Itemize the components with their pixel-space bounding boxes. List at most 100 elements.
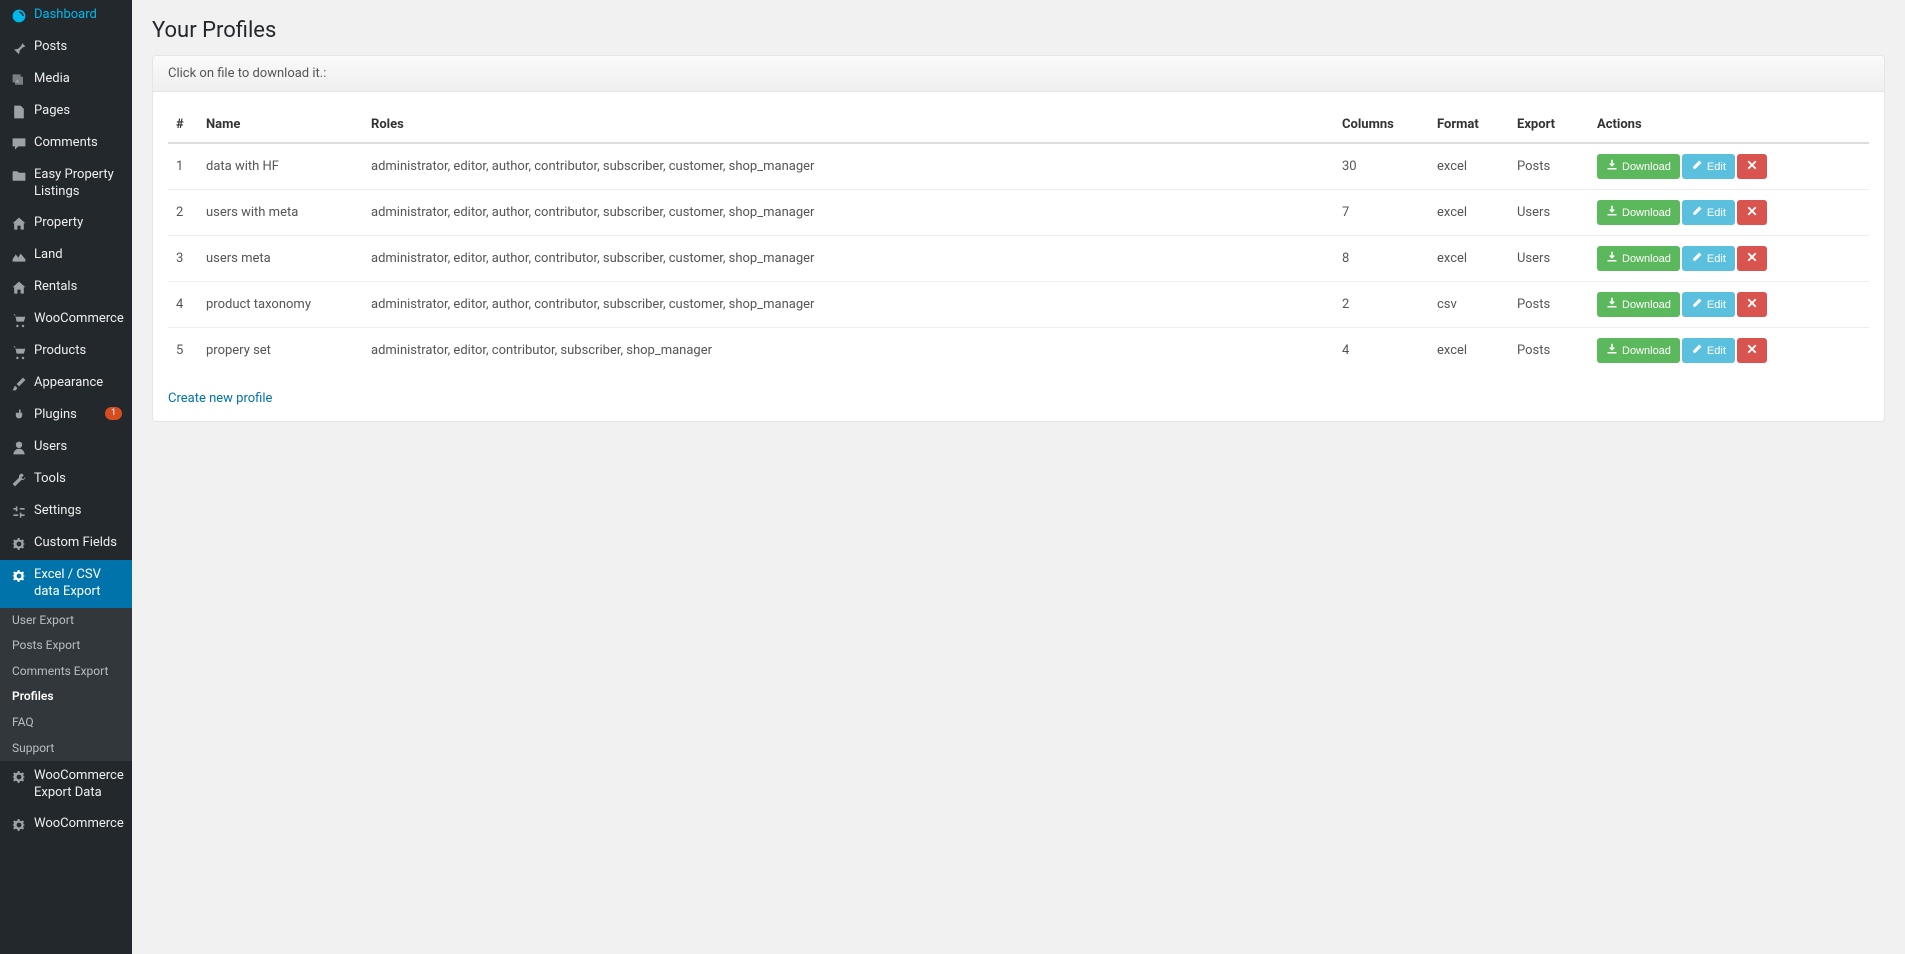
sidebar-item-media[interactable]: Media [0,64,132,96]
gear-icon [10,816,28,834]
download-label: Download [1622,161,1671,173]
edit-icon [1691,251,1707,266]
cell-format: excel [1429,236,1509,282]
download-label: Download [1622,253,1671,265]
sidebar-item-label: Dashboard [34,7,122,24]
edit-button[interactable]: Edit [1682,292,1735,317]
download-button[interactable]: Download [1597,292,1680,317]
edit-button[interactable]: Edit [1682,246,1735,271]
sliders-icon [10,503,28,521]
cell-actions: Download Edit [1589,282,1869,328]
sidebar-item-comments[interactable]: Comments [0,128,132,160]
cell-export: Posts [1509,328,1589,374]
edit-icon [1691,159,1707,174]
sidebar-item-plugins[interactable]: Plugins 1 [0,400,132,432]
cell-actions: Download Edit [1589,236,1869,282]
th-format: Format [1429,107,1509,143]
sidebar-item-pages[interactable]: Pages [0,96,132,128]
update-badge: 1 [105,407,122,421]
edit-button[interactable]: Edit [1682,154,1735,179]
cell-columns: 4 [1334,328,1429,374]
delete-button[interactable] [1737,200,1767,225]
table-row: 3users metaadministrator, editor, author… [168,236,1869,282]
cart-icon [10,343,28,361]
cell-roles: administrator, editor, author, contribut… [363,190,1334,236]
sidebar-item-label: Users [34,439,122,456]
admin-sidebar: Dashboard PostsMediaPagesCommentsEasy Pro… [0,0,132,954]
cell-export: Users [1509,236,1589,282]
sidebar-item-label: Tools [34,471,122,488]
edit-button[interactable]: Edit [1682,200,1735,225]
cell-format: excel [1429,328,1509,374]
sidebar-item-woocommerce[interactable]: WooCommerce [0,809,132,841]
cell-actions: DownloadEdit [1589,328,1869,374]
sidebar-item-label: WooCommerce [34,311,124,328]
cell-name: users meta [198,236,363,282]
sidebar-item-users[interactable]: Users [0,432,132,464]
submenu-item-support[interactable]: Support [0,736,132,762]
cell-name: propery set [198,328,363,374]
sidebar-item-excel-csv-data-export[interactable]: Excel / CSV data Export [0,560,132,608]
cell-roles: administrator, editor, author, contribut… [363,143,1334,190]
cell-columns: 30 [1334,143,1429,190]
cell-format: excel [1429,143,1509,190]
submenu: User ExportPosts ExportComments ExportPr… [0,608,132,762]
edit-label: Edit [1707,161,1726,173]
sidebar-item-custom-fields[interactable]: Custom Fields [0,528,132,560]
sidebar-item-posts[interactable]: Posts [0,32,132,64]
download-button[interactable]: Download [1597,200,1680,225]
sidebar-item-woocommerce-export-data[interactable]: WooCommerce Export Data [0,761,132,809]
submenu-item-comments-export[interactable]: Comments Export [0,659,132,685]
sidebar-item-settings[interactable]: Settings [0,496,132,528]
edit-button[interactable]: Edit [1682,338,1735,363]
comment-icon [10,135,28,153]
gear-icon [10,768,28,786]
edit-icon [1691,297,1707,312]
sidebar-item-rentals[interactable]: Rentals [0,272,132,304]
sidebar-item-label: Land [34,247,122,264]
create-profile-link[interactable]: Create new profile [168,391,272,406]
close-icon [1746,251,1758,266]
delete-button[interactable] [1737,154,1767,179]
table-row: 2users with metaadministrator, editor, a… [168,190,1869,236]
brush-icon [10,375,28,393]
cell-export: Posts [1509,282,1589,328]
download-button[interactable]: Download [1597,338,1680,363]
close-icon [1746,343,1758,358]
sidebar-item-appearance[interactable]: Appearance [0,368,132,400]
delete-button[interactable] [1737,292,1767,317]
edit-icon [1691,343,1707,358]
download-icon [1606,297,1622,312]
cell-export: Posts [1509,143,1589,190]
download-button[interactable]: Download [1597,154,1680,179]
sidebar-item-label: Excel / CSV data Export [34,567,122,601]
sidebar-item-dashboard[interactable]: Dashboard [0,0,132,32]
submenu-item-profiles[interactable]: Profiles [0,684,132,710]
plug-icon [10,407,28,425]
sidebar-item-easy-property-listings[interactable]: Easy Property Listings [0,160,132,208]
download-label: Download [1622,299,1671,311]
th-roles: Roles [363,107,1334,143]
close-icon [1746,297,1758,312]
download-button[interactable]: Download [1597,246,1680,271]
cell-num: 5 [168,328,198,374]
sidebar-item-woocommerce[interactable]: WooCommerce [0,304,132,336]
sidebar-item-property[interactable]: Property [0,208,132,240]
sidebar-item-label: Plugins [34,407,101,424]
dashboard-icon [10,7,28,25]
th-actions: Actions [1589,107,1869,143]
sidebar-item-land[interactable]: Land [0,240,132,272]
delete-button[interactable] [1737,338,1767,363]
sidebar-item-products[interactable]: Products [0,336,132,368]
sidebar-item-label: WooCommerce Export Data [34,768,124,802]
sidebar-item-tools[interactable]: Tools [0,464,132,496]
download-icon [1606,343,1622,358]
gear-icon [10,567,28,585]
submenu-item-user-export[interactable]: User Export [0,608,132,634]
submenu-item-posts-export[interactable]: Posts Export [0,633,132,659]
delete-button[interactable] [1737,246,1767,271]
submenu-item-faq[interactable]: FAQ [0,710,132,736]
cell-actions: DownloadEdit [1589,190,1869,236]
land-icon [10,247,28,265]
cell-num: 4 [168,282,198,328]
